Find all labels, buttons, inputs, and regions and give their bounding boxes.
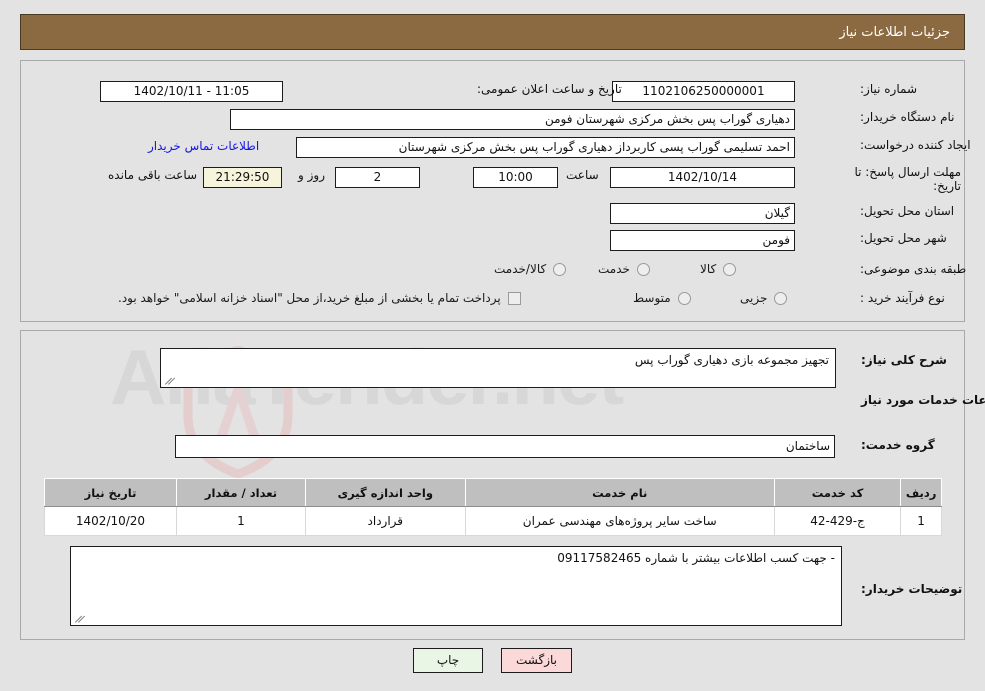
treasury-bond-label: پرداخت تمام یا بخشی از مبلغ خرید،از محل … [118,291,501,305]
col-need-date: تاریخ نیاز [44,478,177,507]
category-option-kala-khedmat[interactable]: کالا/خدمت [494,262,567,276]
services-heading: اطلاعات خدمات مورد نیاز [861,393,985,407]
buyer-notes-value: - جهت کسب اطلاعات بیشتر با شماره 0911758… [557,551,835,565]
subject-category-label: طبقه بندی موضوعی: [860,262,967,276]
process-option-label: متوسط [633,291,671,305]
cell-quantity: 1 [176,506,306,536]
page-title: جزئیات اطلاعات نیاز [839,24,950,40]
cell-need-date: 1402/10/20 [44,506,177,536]
process-option-label: جزیی [740,291,768,305]
summary-value: تجهیز مجموعه بازی دهیاری گوراب پس [634,353,829,367]
announce-datetime-value: 11:05 - 1402/10/11 [100,81,283,102]
cell-service-code: ج-429-42 [773,506,902,536]
footer-buttons: بازگشت چاپ [0,648,985,673]
buyer-org-label: نام دستگاه خریدار: [860,110,955,124]
col-radif: ردیف [900,478,942,507]
remaining-hours-label: ساعت باقی مانده [108,168,198,182]
radio-icon[interactable] [677,291,691,305]
treasury-bond-option[interactable]: پرداخت تمام یا بخشی از مبلغ خرید،از محل … [118,291,521,305]
table-row[interactable]: 1 ج-429-42 ساخت سایر پروژه‌های مهندسی عم… [44,506,942,536]
purchase-process-label: نوع فرآیند خرید : [860,291,945,305]
radio-icon[interactable] [553,262,567,276]
buyer-notes-textarea[interactable]: - جهت کسب اطلاعات بیشتر با شماره 0911758… [70,546,842,626]
delivery-province-value: گیلان [610,203,795,224]
service-group-label: گروه خدمت: [861,438,935,452]
category-option-kala[interactable]: کالا [700,262,737,276]
resize-grip-icon[interactable] [73,612,86,624]
deadline-hour-value: 10:00 [473,167,558,188]
summary-label: شرح کلی نیاز: [861,353,947,367]
services-table: ردیف کد خدمت نام خدمت واحد اندازه گیری ت… [44,478,942,536]
delivery-province-label: استان محل تحویل: [860,204,955,218]
table-header-row: ردیف کد خدمت نام خدمت واحد اندازه گیری ت… [44,478,942,507]
print-button[interactable]: چاپ [413,648,483,673]
col-service-code: کد خدمت [773,478,902,507]
request-creator-label: ایجاد کننده درخواست: [860,138,971,152]
radio-icon[interactable] [774,291,788,305]
process-option-motevaset[interactable]: متوسط [633,291,691,305]
buyer-contact-link[interactable]: اطلاعات تماس خریدار [148,139,259,153]
radio-icon[interactable] [636,262,650,276]
resize-grip-icon[interactable] [163,374,176,386]
need-number-label: شماره نیاز: [860,82,917,96]
category-option-label: کالا [700,262,717,276]
page-header: جزئیات اطلاعات نیاز [20,14,965,50]
deadline-label-line2: تاریخ: [933,179,961,193]
back-button[interactable]: بازگشت [501,648,572,673]
delivery-city-label: شهر محل تحویل: [860,231,947,245]
col-unit: واحد اندازه گیری [304,478,466,507]
category-option-khedmat[interactable]: خدمت [598,262,650,276]
category-option-label: خدمت [598,262,630,276]
deadline-label-line1: مهلت ارسال پاسخ: تا [854,165,961,179]
delivery-city-value: فومن [610,230,795,251]
summary-textarea[interactable]: تجهیز مجموعه بازی دهیاری گوراب پس [160,348,836,388]
countdown-timer-value: 21:29:50 [203,167,282,188]
cell-service-name: ساخت سایر پروژه‌های مهندسی عمران [464,506,775,536]
col-quantity: تعداد / مقدار [176,478,306,507]
checkbox-icon[interactable] [507,291,521,305]
announce-datetime-label: تاریخ و ساعت اعلان عمومی: [477,82,622,96]
deadline-hour-label: ساعت [566,168,599,182]
buyer-notes-label: توضیحات خریدار: [861,582,963,596]
buyer-org-value: دهیاری گوراب پس بخش مرکزی شهرستان فومن [230,109,795,130]
cell-radif: 1 [900,506,942,536]
remaining-days-value: 2 [335,167,420,188]
request-creator-value: احمد تسلیمی گوراب پسی کاربرداز دهیاری گو… [296,137,795,158]
deadline-date-value: 1402/10/14 [610,167,795,188]
col-service-name: نام خدمت [464,478,775,507]
radio-icon[interactable] [723,262,737,276]
cell-unit: قرارداد [304,506,466,536]
process-option-jozii[interactable]: جزیی [740,291,788,305]
category-option-label: کالا/خدمت [494,262,547,276]
need-number-value: 1102106250000001 [612,81,795,102]
remaining-days-label: روز و [298,168,325,182]
service-group-value: ساختمان [175,435,835,458]
